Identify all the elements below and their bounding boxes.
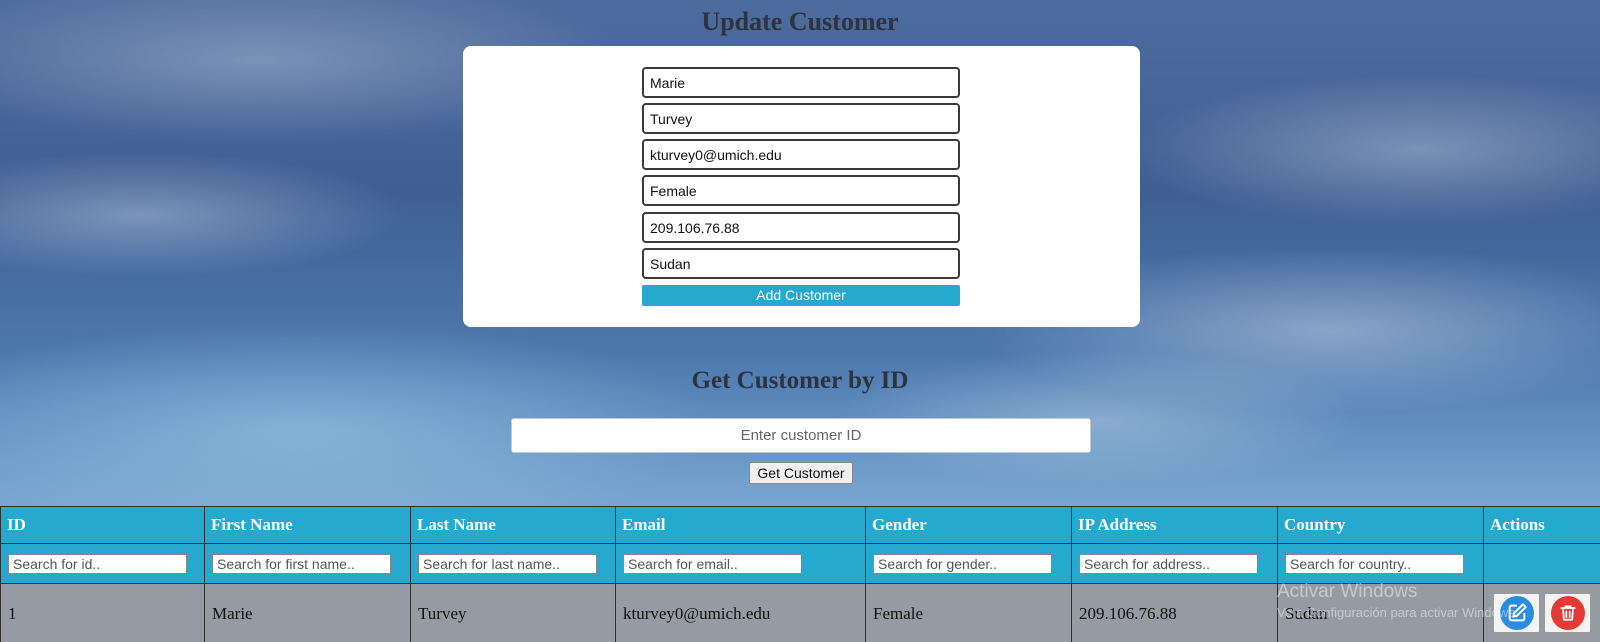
cell-last-name: Turvey bbox=[410, 583, 616, 642]
cell-ip-address: 209.106.76.88 bbox=[1071, 583, 1278, 642]
column-header-actions: Actions bbox=[1483, 506, 1600, 544]
filter-cell bbox=[1071, 543, 1278, 584]
edit-icon bbox=[1499, 596, 1534, 630]
email-field[interactable] bbox=[642, 139, 960, 170]
search-id-input[interactable] bbox=[8, 553, 187, 574]
search-country-input[interactable] bbox=[1285, 553, 1464, 574]
table-filter-row bbox=[0, 543, 1600, 584]
customers-table: ID First Name Last Name Email Gender IP … bbox=[0, 506, 1600, 642]
search-email-input[interactable] bbox=[623, 553, 802, 574]
filter-cell bbox=[204, 543, 411, 584]
column-header-email[interactable]: Email bbox=[615, 506, 866, 544]
table-header-row: ID First Name Last Name Email Gender IP … bbox=[0, 506, 1600, 544]
cell-email: kturvey0@umich.edu bbox=[615, 583, 866, 642]
cell-country: Sudan bbox=[1277, 583, 1484, 642]
search-gender-input[interactable] bbox=[873, 553, 1052, 574]
column-header-ip-address[interactable]: IP Address bbox=[1071, 506, 1278, 544]
column-header-last-name[interactable]: Last Name bbox=[410, 506, 616, 544]
column-header-first-name[interactable]: First Name bbox=[204, 506, 411, 544]
edit-button[interactable] bbox=[1493, 593, 1540, 633]
column-header-id[interactable]: ID bbox=[0, 506, 205, 544]
country-field[interactable] bbox=[642, 248, 960, 279]
search-address-input[interactable] bbox=[1079, 553, 1258, 574]
ip-address-field[interactable] bbox=[642, 212, 960, 243]
filter-cell-empty bbox=[1483, 543, 1600, 584]
trash-icon bbox=[1550, 596, 1585, 630]
last-name-field[interactable] bbox=[642, 103, 960, 134]
update-customer-form: Add Customer bbox=[463, 46, 1140, 327]
first-name-field[interactable] bbox=[642, 67, 960, 98]
table-row: 1 Marie Turvey kturvey0@umich.edu Female… bbox=[0, 583, 1600, 642]
filter-cell bbox=[1277, 543, 1484, 584]
add-customer-button[interactable]: Add Customer bbox=[642, 285, 960, 306]
get-customer-title: Get Customer by ID bbox=[691, 367, 909, 394]
filter-cell bbox=[865, 543, 1072, 584]
get-customer-button[interactable]: Get Customer bbox=[749, 462, 853, 484]
cell-gender: Female bbox=[865, 583, 1072, 642]
filter-cell bbox=[410, 543, 616, 584]
delete-button[interactable] bbox=[1544, 593, 1591, 633]
gender-field[interactable] bbox=[642, 175, 960, 206]
search-first-name-input[interactable] bbox=[212, 553, 391, 574]
customer-id-input[interactable] bbox=[511, 418, 1091, 453]
filter-cell bbox=[0, 543, 205, 584]
column-header-country[interactable]: Country bbox=[1277, 506, 1484, 544]
filter-cell bbox=[615, 543, 866, 584]
column-header-gender[interactable]: Gender bbox=[865, 506, 1072, 544]
cell-actions bbox=[1483, 583, 1600, 642]
update-customer-title: Update Customer bbox=[701, 7, 899, 36]
cell-first-name: Marie bbox=[204, 583, 411, 642]
search-last-name-input[interactable] bbox=[418, 553, 597, 574]
cell-id: 1 bbox=[0, 583, 205, 642]
